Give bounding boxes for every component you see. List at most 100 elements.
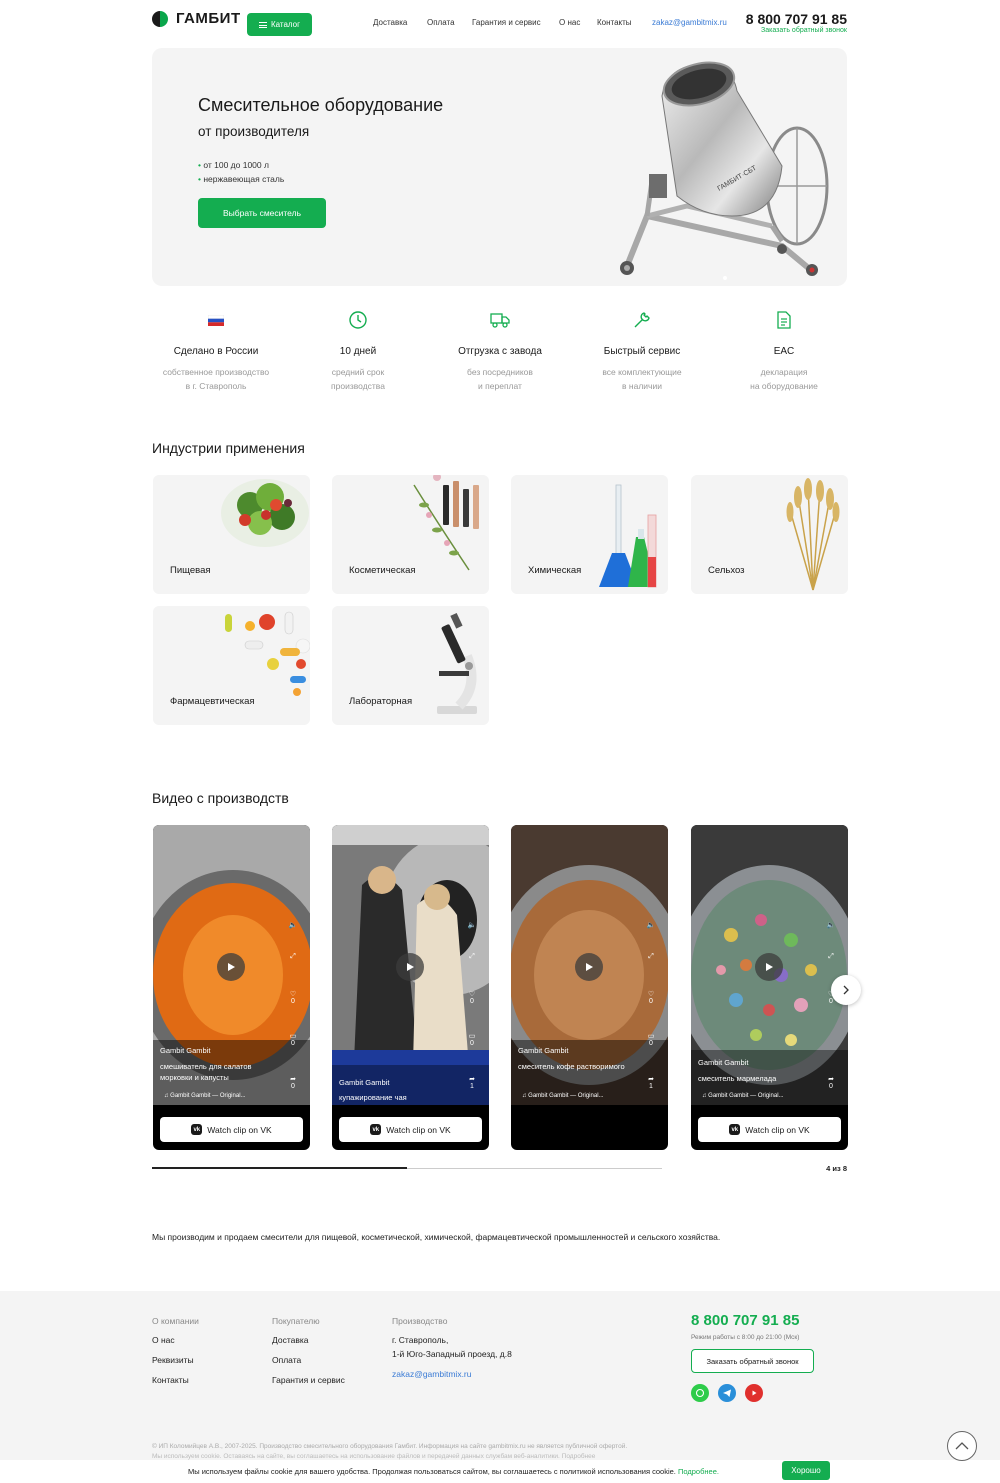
watch-on-vk-button[interactable]: vk Watch clip on VK [339, 1117, 482, 1142]
vk-icon: vk [191, 1124, 203, 1135]
chevron-up-icon [955, 1442, 969, 1450]
feature-made-in-russia: Сделано в России собственное производств… [151, 310, 281, 393]
header-email-link[interactable]: zakaz@gambitmix.ru [652, 18, 727, 27]
video-card[interactable]: 🔈 ⤢ ♡ 0 ▭ 0 ➦ 0 Gambit Gambit смешиватель д… [153, 825, 310, 1150]
feature-eac: EAC декларация на оборудование [719, 310, 849, 393]
video-author: Gambit Gambit [339, 1078, 390, 1087]
volume-icon[interactable]: 🔈 [284, 921, 302, 929]
carousel-progress-fill [152, 1167, 407, 1169]
footer-link-delivery[interactable]: Доставка [272, 1335, 309, 1345]
youtube-icon[interactable] [745, 1384, 763, 1402]
video-card[interactable]: 🔈 ⤢ ♡ 0 ▭ 0 ➦ 1 Gambit Gambit смеситель коф… [511, 825, 668, 1150]
comment-icon[interactable]: ▭ 0 [642, 1032, 660, 1047]
video-music: ♫ Gambit Gambit — Original... [702, 1093, 784, 1099]
video-card[interactable]: 🔈 ⤢ ♡ 0 ▭ 0 ➦ 1 Gambit Gambit купажирование… [332, 825, 489, 1150]
fullscreen-icon[interactable]: ⤢ [642, 953, 660, 961]
video-music: ♫ Gambit Gambit — Original... [164, 1093, 246, 1099]
header-callback-link[interactable]: Заказать обратный звонок [761, 27, 847, 34]
footer-heading-customer: Покупателю [272, 1316, 320, 1326]
like-icon[interactable]: ♡0 [642, 990, 660, 1005]
share-icon[interactable]: ➦ 1 [642, 1075, 660, 1090]
watch-on-vk-button[interactable]: vk Watch clip on VK [160, 1117, 303, 1142]
chevron-right-icon [843, 985, 849, 995]
header-phone[interactable]: 8 800 707 91 85 [746, 11, 847, 27]
footer-hours: Режим работы с 8:00 до 21:00 (Мск) [691, 1334, 800, 1341]
industry-card-food[interactable]: Пищевая [153, 475, 310, 594]
salad-image [221, 479, 309, 547]
whatsapp-icon[interactable] [691, 1384, 709, 1402]
hero-title: Смесительное оборудование [198, 95, 444, 115]
video-author: Gambit Gambit [160, 1046, 211, 1055]
volume-icon[interactable]: 🔈 [463, 921, 481, 929]
watch-on-vk-button[interactable]: vk Watch clip on VK [698, 1117, 841, 1142]
fullscreen-icon[interactable]: ⤢ [284, 953, 302, 961]
feature-desc: все комплектующие в наличии [602, 367, 682, 391]
logo[interactable]: ГАМБИТ [152, 10, 241, 27]
nav-delivery[interactable]: Доставка [373, 18, 407, 27]
footer-callback-button[interactable]: Заказать обратный звонок [691, 1349, 814, 1373]
volume-icon[interactable]: 🔈 [642, 921, 660, 929]
video-caption: смеситель мармелада [698, 1074, 777, 1083]
catalog-button[interactable]: Каталог [247, 13, 312, 36]
wrench-icon [577, 310, 707, 330]
feature-title: Быстрый сервис [603, 346, 681, 357]
industry-label: Пищевая [170, 565, 211, 576]
footer-heading-company: О компании [152, 1316, 199, 1326]
play-icon[interactable] [396, 953, 424, 981]
footer-heading-production: Производство [392, 1316, 448, 1326]
industries-title: Индустрии применения [152, 440, 305, 456]
play-icon[interactable] [575, 953, 603, 981]
videos-title: Видео с производств [152, 790, 289, 806]
choose-mixer-button[interactable]: Выбрать смеситель [198, 198, 326, 228]
footer-link-requisites[interactable]: Реквизиты [152, 1355, 194, 1365]
wheat-image [786, 478, 840, 591]
share-icon[interactable]: ➦ 1 [463, 1075, 481, 1090]
feature-desc: средний срок производства [331, 367, 385, 391]
share-icon[interactable]: ➦ 0 [284, 1075, 302, 1090]
hero-bullet: • нержавеющая сталь [198, 174, 285, 184]
footer-address-line1: г. Ставрополь, [392, 1335, 449, 1345]
hero-subtitle: от производителя [198, 124, 310, 139]
feature-factory-shipping: Отгрузка с завода без посредников и переп… [435, 310, 565, 393]
video-card[interactable]: 🔈 ⤢ ♡0 ➦0 Gambit Gambit смеситель мармел… [691, 825, 848, 1150]
share-icon[interactable]: ➦ 0 [822, 1075, 840, 1090]
nav-contacts[interactable]: Контакты [597, 18, 632, 27]
scroll-to-top-button[interactable] [947, 1431, 977, 1461]
footer-link-about[interactable]: О нас [152, 1335, 175, 1345]
feature-title: Сделано в России [173, 346, 259, 357]
nav-about[interactable]: О нас [559, 18, 580, 27]
play-icon[interactable] [755, 953, 783, 981]
footer-link-payment[interactable]: Оплата [272, 1355, 301, 1365]
industry-card-pharma[interactable]: Фармацевтическая [153, 606, 310, 725]
like-icon[interactable]: ♡0 [284, 990, 302, 1005]
footer-link-contacts[interactable]: Контакты [152, 1375, 189, 1385]
logo-icon [152, 10, 168, 27]
footer-email-link[interactable]: zakaz@gambitmix.ru [392, 1369, 471, 1379]
footer-phone[interactable]: 8 800 707 91 85 [691, 1312, 799, 1329]
video-caption: смешиватель для салатов морковки и капус… [160, 1062, 252, 1082]
industry-card-agro[interactable]: Сельхоз [691, 475, 848, 594]
nav-payment[interactable]: Оплата [427, 18, 455, 27]
comment-icon[interactable]: ▭ 0 [284, 1032, 302, 1047]
industry-card-cosmetic[interactable]: Косметическая [332, 475, 489, 594]
hero-banner: Смесительное оборудование от производите… [152, 48, 847, 286]
play-icon[interactable] [217, 953, 245, 981]
like-icon[interactable]: ♡0 [463, 990, 481, 1005]
volume-icon[interactable]: 🔈 [822, 921, 840, 929]
feature-desc: собственное производство в г. Ставрополь [162, 367, 270, 391]
cookie-accept-button[interactable]: Хорошо [782, 1461, 830, 1480]
footer-link-warranty[interactable]: Гарантия и сервис [272, 1375, 345, 1385]
cookie-more-link[interactable]: Подробнее. [678, 1467, 719, 1476]
document-icon [719, 310, 849, 330]
industry-card-chemical[interactable]: Химическая [511, 475, 668, 594]
carousel-next-button[interactable] [831, 975, 861, 1005]
feature-production-time: 10 дней средний срок производства [293, 310, 423, 393]
copyright-text: © ИП Коломийцев А.В., 2007-2025. Произво… [152, 1443, 628, 1450]
video-caption: купажирование чая [339, 1093, 407, 1102]
nav-warranty[interactable]: Гарантия и сервис [472, 18, 541, 27]
comment-icon[interactable]: ▭ 0 [463, 1032, 481, 1047]
industry-card-lab[interactable]: Лабораторная [332, 606, 489, 725]
fullscreen-icon[interactable]: ⤢ [463, 953, 481, 961]
telegram-icon[interactable] [718, 1384, 736, 1402]
fullscreen-icon[interactable]: ⤢ [822, 953, 840, 961]
